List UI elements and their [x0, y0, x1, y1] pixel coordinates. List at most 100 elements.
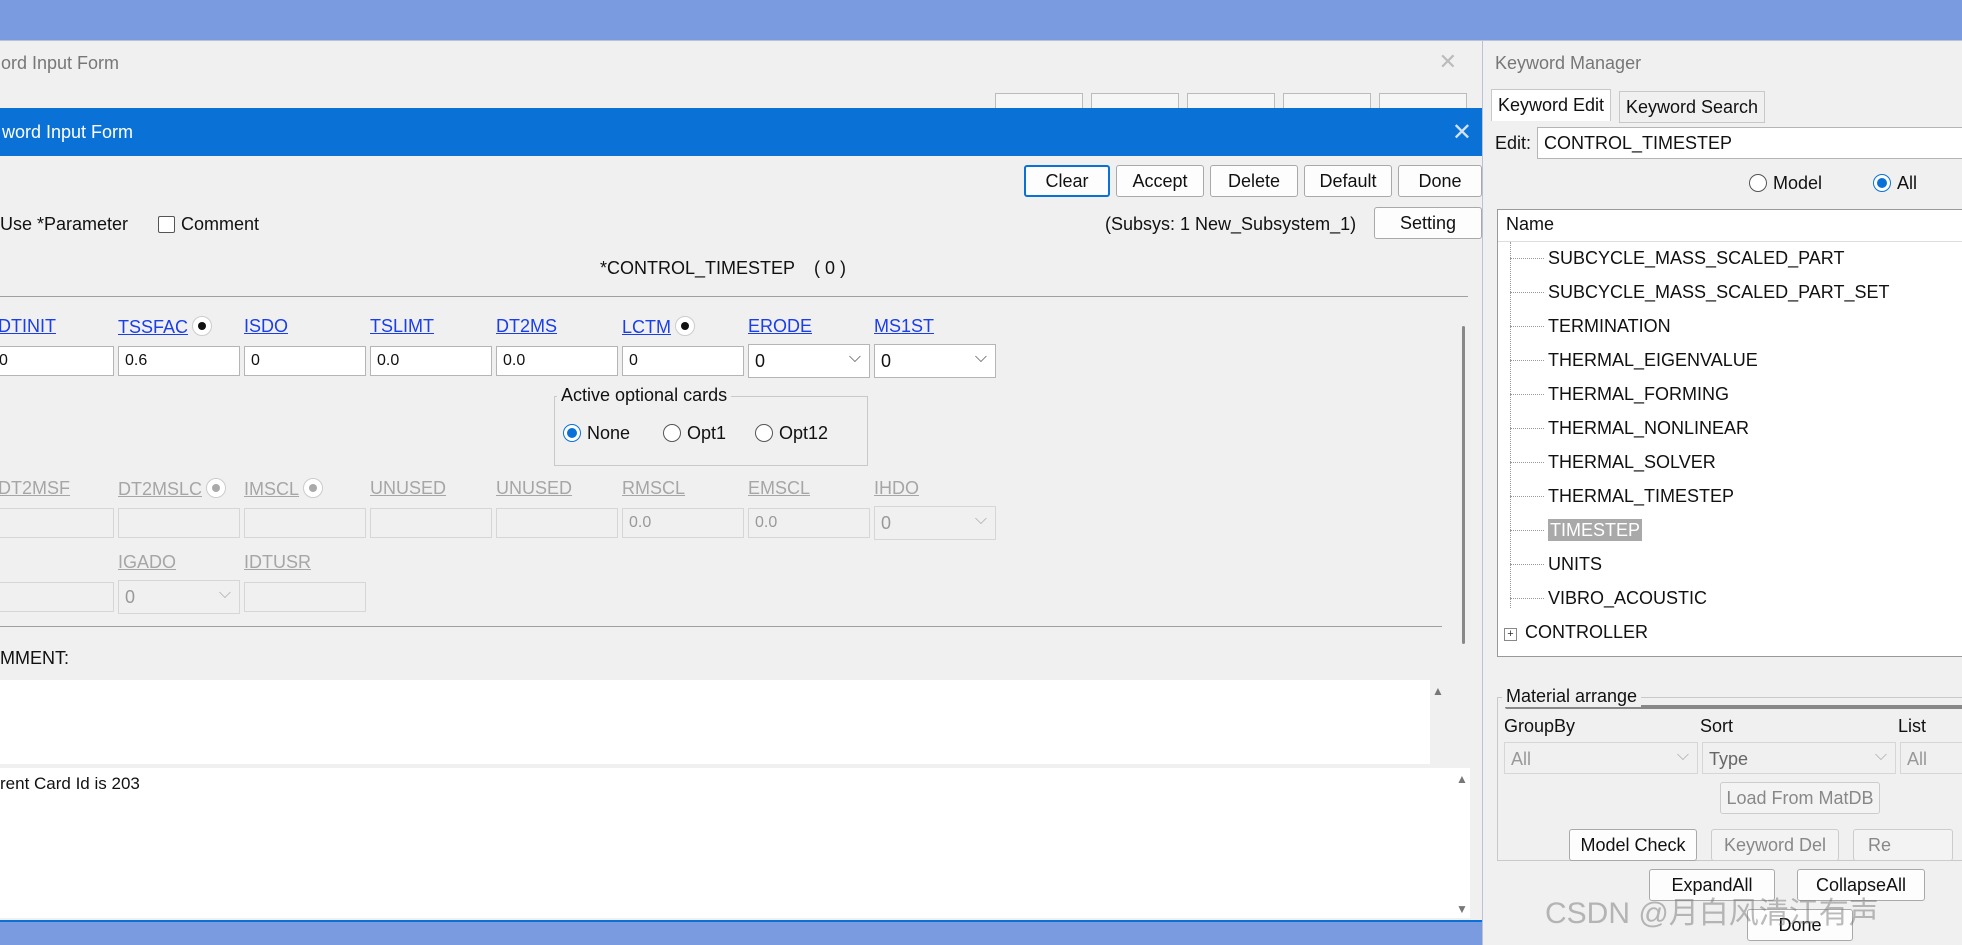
divider	[0, 626, 1442, 627]
tree-item-label: THERMAL_FORMING	[1548, 384, 1730, 404]
radio-all[interactable]: All	[1873, 173, 1917, 194]
done-button[interactable]: Done	[1398, 165, 1482, 197]
lctm-input[interactable]: 0	[622, 346, 744, 376]
tree-item[interactable]: THERMAL_TIMESTEP	[1510, 486, 1734, 507]
radio-button[interactable]	[1749, 174, 1767, 192]
tree-item[interactable]: THERMAL_SOLVER	[1510, 452, 1716, 473]
tree-item[interactable]: SUBCYCLE_MASS_SCALED_PART_SET	[1510, 282, 1889, 303]
edit-input[interactable]: CONTROL_TIMESTEP	[1537, 127, 1962, 159]
accept-button[interactable]: Accept	[1116, 165, 1204, 197]
comment-textarea[interactable]	[0, 680, 1430, 764]
tree-item-label: TIMESTEP	[1548, 519, 1643, 541]
field-header-ms1st[interactable]: MS1ST	[874, 316, 934, 337]
comment-scrollbar[interactable]: ▲	[1430, 680, 1446, 764]
scrollbar-thumb[interactable]	[1462, 326, 1465, 644]
default-button[interactable]: Default	[1304, 165, 1392, 197]
tree-item-label: UNITS	[1548, 554, 1602, 574]
tree-item-label: TERMINATION	[1548, 316, 1671, 336]
dot-indicator-icon[interactable]	[192, 316, 213, 336]
radio-button[interactable]	[755, 424, 773, 442]
scroll-up-icon[interactable]: ▲	[1456, 772, 1468, 786]
tree-item[interactable]: THERMAL_FORMING	[1510, 384, 1729, 405]
tree-item[interactable]: VIBRO_ACOUSTIC	[1510, 588, 1707, 609]
model-check-button[interactable]: Model Check	[1569, 829, 1697, 861]
radio-model[interactable]: Model	[1749, 173, 1822, 194]
message-scrollbar[interactable]: ▲ ▼	[1454, 768, 1470, 918]
tree-item[interactable]: THERMAL_NONLINEAR	[1510, 418, 1749, 439]
scroll-up-icon[interactable]: ▲	[1432, 684, 1444, 698]
field-header-ihdo: IHDO	[874, 478, 919, 498]
field-header-tslimt[interactable]: TSLIMT	[370, 316, 434, 337]
sort-select[interactable]: Type ⌵	[1702, 742, 1896, 774]
field-header-dt2ms[interactable]: DT2MS	[496, 316, 557, 337]
re-button[interactable]: Re	[1853, 829, 1953, 861]
tslimt-input[interactable]: 0.0	[370, 346, 492, 376]
keyword-tree[interactable]: Name SUBCYCLE_MASS_SCALED_PART SUBCYCLE_…	[1497, 209, 1962, 657]
tree-item-label: SUBCYCLE_MASS_SCALED_PART_SET	[1548, 282, 1890, 302]
clear-button[interactable]: Clear	[1024, 165, 1110, 197]
field-header-imscl: IMSCL	[244, 479, 300, 499]
expand-plus-icon[interactable]: +	[1504, 628, 1517, 641]
dot-indicator-icon[interactable]	[675, 316, 695, 336]
tree-root-controller[interactable]: + CONTROLLER	[1504, 622, 1648, 643]
checkbox-box[interactable]	[158, 216, 175, 233]
radio-none-label: None	[587, 423, 631, 443]
tree-item-selected[interactable]: TIMESTEP	[1510, 519, 1643, 541]
tree-connector	[1510, 326, 1544, 327]
field-header-lctm-group[interactable]: LCTM	[622, 316, 695, 338]
delete-button[interactable]: Delete	[1210, 165, 1298, 197]
tree-item[interactable]: SUBCYCLE_MASS_SCALED_PART	[1510, 248, 1844, 269]
tree-item[interactable]: THERMAL_EIGENVALUE	[1510, 350, 1758, 371]
igado-select: 0 ⌵	[118, 580, 240, 614]
field-header-dtinit[interactable]: DTINIT	[0, 316, 56, 337]
field-header-lctm[interactable]: LCTM	[622, 317, 671, 337]
tree-item-label: SUBCYCLE_MASS_SCALED_PART	[1548, 248, 1845, 268]
subsys-label: (Subsys: 1 New_Subsystem_1)	[1105, 214, 1357, 234]
comment-label: MMENT:	[0, 648, 69, 668]
tab-keyword-search[interactable]: Keyword Search	[1619, 91, 1766, 123]
tree-item[interactable]: UNITS	[1510, 554, 1602, 575]
form-scrollbar[interactable]	[1456, 310, 1472, 660]
chevron-down-icon: ⌵	[974, 511, 987, 528]
tree-item-label: VIBRO_ACOUSTIC	[1548, 588, 1708, 608]
isdo-input[interactable]: 0	[244, 346, 366, 376]
tab-keyword-edit[interactable]: Keyword Edit	[1491, 89, 1612, 121]
radio-none[interactable]: None	[563, 423, 630, 444]
keyword-manager-title: Keyword Manager	[1495, 53, 1642, 73]
field-header-erode[interactable]: ERODE	[748, 316, 812, 337]
scroll-down-icon[interactable]: ▼	[1456, 902, 1468, 916]
tree-item[interactable]: TERMINATION	[1510, 316, 1671, 337]
tree-connector	[1510, 360, 1544, 361]
dtinit-input[interactable]: 0	[0, 346, 114, 376]
chevron-down-icon: ⌵	[1676, 747, 1689, 764]
comment-checkbox[interactable]: Comment	[158, 214, 259, 235]
optional-cards-legend: Active optional cards	[557, 385, 732, 406]
radio-opt12[interactable]: Opt12	[755, 423, 828, 444]
setting-button[interactable]: Setting	[1374, 207, 1482, 239]
dot-indicator-icon	[206, 478, 227, 498]
keyword-del-button[interactable]: Keyword Del	[1711, 829, 1839, 861]
dt2ms-input[interactable]: 0.0	[496, 346, 618, 376]
ms1st-select[interactable]: 0 ⌵	[874, 344, 996, 378]
field-header-tssfac-group[interactable]: TSSFAC	[118, 316, 213, 338]
radio-button[interactable]	[663, 424, 681, 442]
field-header-isdo[interactable]: ISDO	[244, 316, 288, 337]
radio-button-selected[interactable]	[1873, 174, 1891, 192]
radio-button-selected[interactable]	[563, 424, 581, 442]
groupby-select[interactable]: All ⌵	[1504, 742, 1698, 774]
load-from-matdb-button[interactable]: Load From MatDB	[1720, 782, 1880, 814]
tssfac-input[interactable]: 0.6	[118, 346, 240, 376]
tree-connector	[1510, 394, 1544, 395]
erode-select[interactable]: 0 ⌵	[748, 344, 870, 378]
field-header-tssfac[interactable]: TSSFAC	[118, 317, 188, 337]
imscl-input	[244, 508, 366, 538]
close-icon[interactable]: ✕	[1452, 118, 1472, 147]
close-icon[interactable]: ✕	[1439, 49, 1457, 75]
radio-opt1[interactable]: Opt1	[663, 423, 726, 444]
tree-item-label: THERMAL_TIMESTEP	[1548, 486, 1735, 506]
list-select[interactable]: All	[1900, 742, 1962, 774]
use-parameter-label[interactable]: Use *Parameter	[0, 214, 128, 235]
chevron-down-icon: ⌵	[848, 349, 861, 366]
tree-item-label: THERMAL_SOLVER	[1548, 452, 1716, 472]
field-header-emscl: EMSCL	[748, 478, 811, 498]
